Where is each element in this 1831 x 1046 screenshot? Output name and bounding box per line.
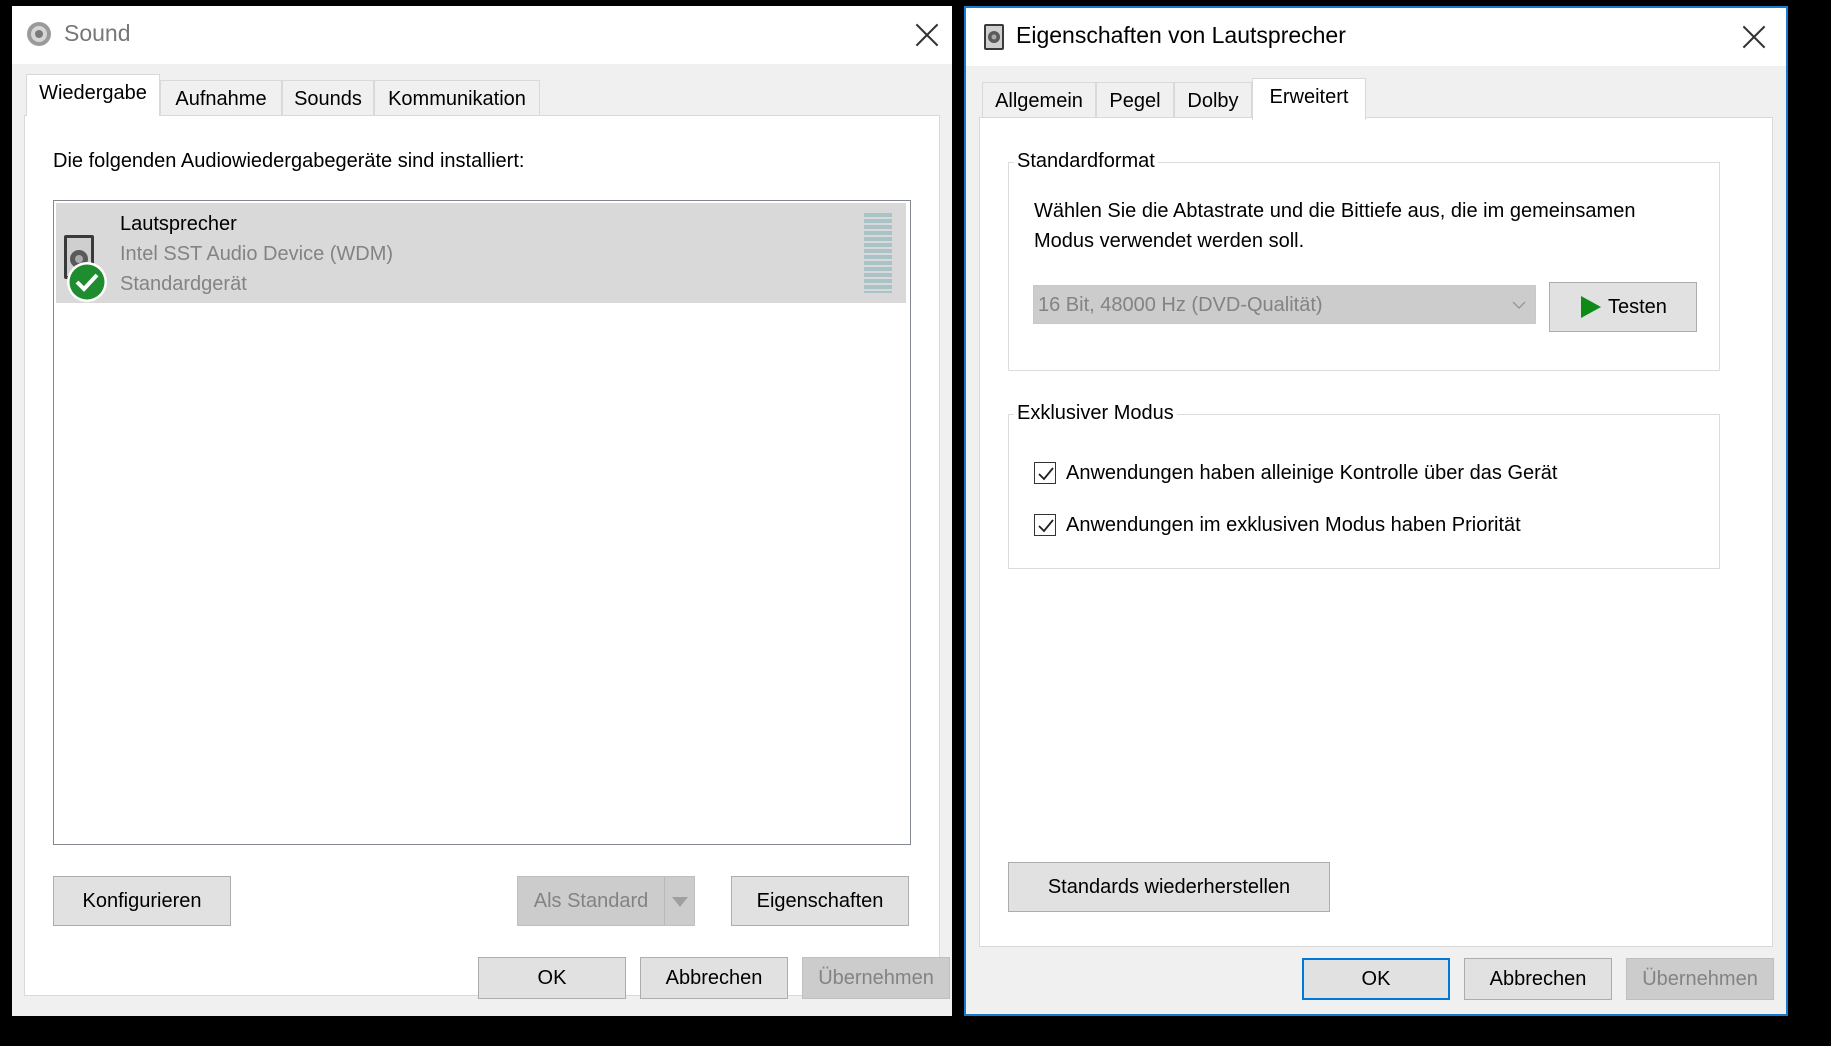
device-name: Lautsprecher — [120, 213, 237, 235]
window-title: Sound — [64, 20, 131, 46]
title-bar[interactable]: Eigenschaften von Lautsprecher — [966, 8, 1786, 66]
tab-dolby[interactable]: Dolby — [1174, 82, 1252, 118]
button-label: Übernehmen — [1642, 968, 1758, 990]
default-format-group — [1008, 162, 1720, 371]
tab-label: Sounds — [294, 88, 362, 110]
default-device-check-icon — [66, 261, 108, 303]
tab-pegel[interactable]: Pegel — [1096, 82, 1174, 118]
button-label: Eigenschaften — [756, 890, 884, 912]
close-button[interactable] — [907, 16, 947, 56]
button-label: Testen — [1608, 296, 1667, 318]
tab-label: Wiedergabe — [39, 82, 147, 104]
device-status: Standardgerät — [120, 273, 247, 295]
title-bar[interactable]: Sound — [12, 6, 952, 64]
format-description-line1: Wählen Sie die Abtastrate und die Bittie… — [1034, 200, 1636, 222]
tab-label: Pegel — [1109, 90, 1161, 112]
tab-allgemein[interactable]: Allgemein — [982, 82, 1096, 118]
exclusive-mode-group — [1008, 414, 1720, 569]
button-label: Abbrechen — [665, 967, 763, 989]
exclusive-control-checkbox[interactable] — [1034, 462, 1056, 484]
configure-button[interactable]: Konfigurieren — [53, 876, 231, 926]
exclusive-control-label[interactable]: Anwendungen haben alleinige Kontrolle üb… — [1066, 462, 1557, 485]
tab-panel: Die folgenden Audiowiedergabegeräte sind… — [24, 115, 940, 996]
set-default-label: Als Standard — [533, 890, 649, 912]
button-label: OK — [1361, 968, 1391, 990]
button-label: Standards wiederherstellen — [1047, 876, 1291, 898]
intro-text: Die folgenden Audiowiedergabegeräte sind… — [53, 150, 525, 172]
tab-panel: Standardformat Wählen Sie die Abtastrate… — [979, 117, 1773, 947]
cancel-button[interactable]: Abbrechen — [640, 957, 788, 999]
format-select[interactable]: 16 Bit, 48000 Hz (DVD-Qualität) — [1033, 285, 1536, 324]
group-label: Exklusiver Modus — [1014, 402, 1177, 425]
button-label: OK — [537, 967, 567, 989]
exclusive-priority-label[interactable]: Anwendungen im exklusiven Modus haben Pr… — [1066, 514, 1521, 537]
set-default-split-button[interactable]: Als Standard — [517, 876, 695, 926]
sound-dialog: Sound Wiedergabe Aufnahme Sounds Kommuni… — [12, 6, 952, 1016]
tab-label: Kommunikation — [388, 88, 526, 110]
button-label: Übernehmen — [818, 967, 934, 989]
chevron-down-icon — [1511, 298, 1527, 312]
cancel-button[interactable]: Abbrechen — [1464, 958, 1612, 1000]
tab-sounds[interactable]: Sounds — [282, 80, 374, 116]
ok-button[interactable]: OK — [478, 957, 626, 999]
chevron-down-icon[interactable] — [665, 877, 695, 925]
button-label: Abbrechen — [1489, 968, 1587, 990]
tab-label: Dolby — [1187, 90, 1239, 112]
exclusive-priority-checkbox[interactable] — [1034, 514, 1056, 536]
volume-meter — [864, 213, 892, 293]
window-title: Eigenschaften von Lautsprecher — [1016, 22, 1346, 48]
dialog-body: Wiedergabe Aufnahme Sounds Kommunikation… — [12, 64, 952, 1016]
speaker-icon — [982, 22, 1008, 52]
group-label: Standardformat — [1014, 150, 1158, 173]
restore-defaults-button[interactable]: Standards wiederherstellen — [1008, 862, 1330, 912]
button-label: Konfigurieren — [82, 890, 202, 912]
tab-aufnahme[interactable]: Aufnahme — [160, 80, 282, 116]
play-icon — [1580, 296, 1602, 318]
tab-label: Erweitert — [1269, 86, 1349, 108]
test-button[interactable]: Testen — [1549, 282, 1697, 332]
apply-button[interactable]: Übernehmen — [1626, 958, 1774, 1000]
format-description-line2: Modus verwendet werden soll. — [1034, 230, 1305, 252]
tab-label: Allgemein — [995, 90, 1083, 112]
tab-kommunikation[interactable]: Kommunikation — [374, 80, 540, 116]
format-select-value: 16 Bit, 48000 Hz (DVD-Qualität) — [1038, 294, 1323, 316]
speaker-app-icon — [26, 20, 52, 48]
tab-wiedergabe[interactable]: Wiedergabe — [26, 74, 160, 116]
apply-button[interactable]: Übernehmen — [802, 957, 950, 999]
properties-button[interactable]: Eigenschaften — [731, 876, 909, 926]
device-description: Intel SST Audio Device (WDM) — [120, 243, 394, 265]
close-button[interactable] — [1734, 18, 1774, 58]
ok-button[interactable]: OK — [1302, 958, 1450, 1000]
list-item[interactable]: Lautsprecher Intel SST Audio Device (WDM… — [56, 203, 906, 303]
speaker-properties-dialog: Eigenschaften von Lautsprecher Allgemein… — [964, 6, 1788, 1016]
device-list[interactable]: Lautsprecher Intel SST Audio Device (WDM… — [53, 200, 911, 845]
tab-erweitert[interactable]: Erweitert — [1252, 78, 1366, 120]
tab-label: Aufnahme — [175, 88, 267, 110]
